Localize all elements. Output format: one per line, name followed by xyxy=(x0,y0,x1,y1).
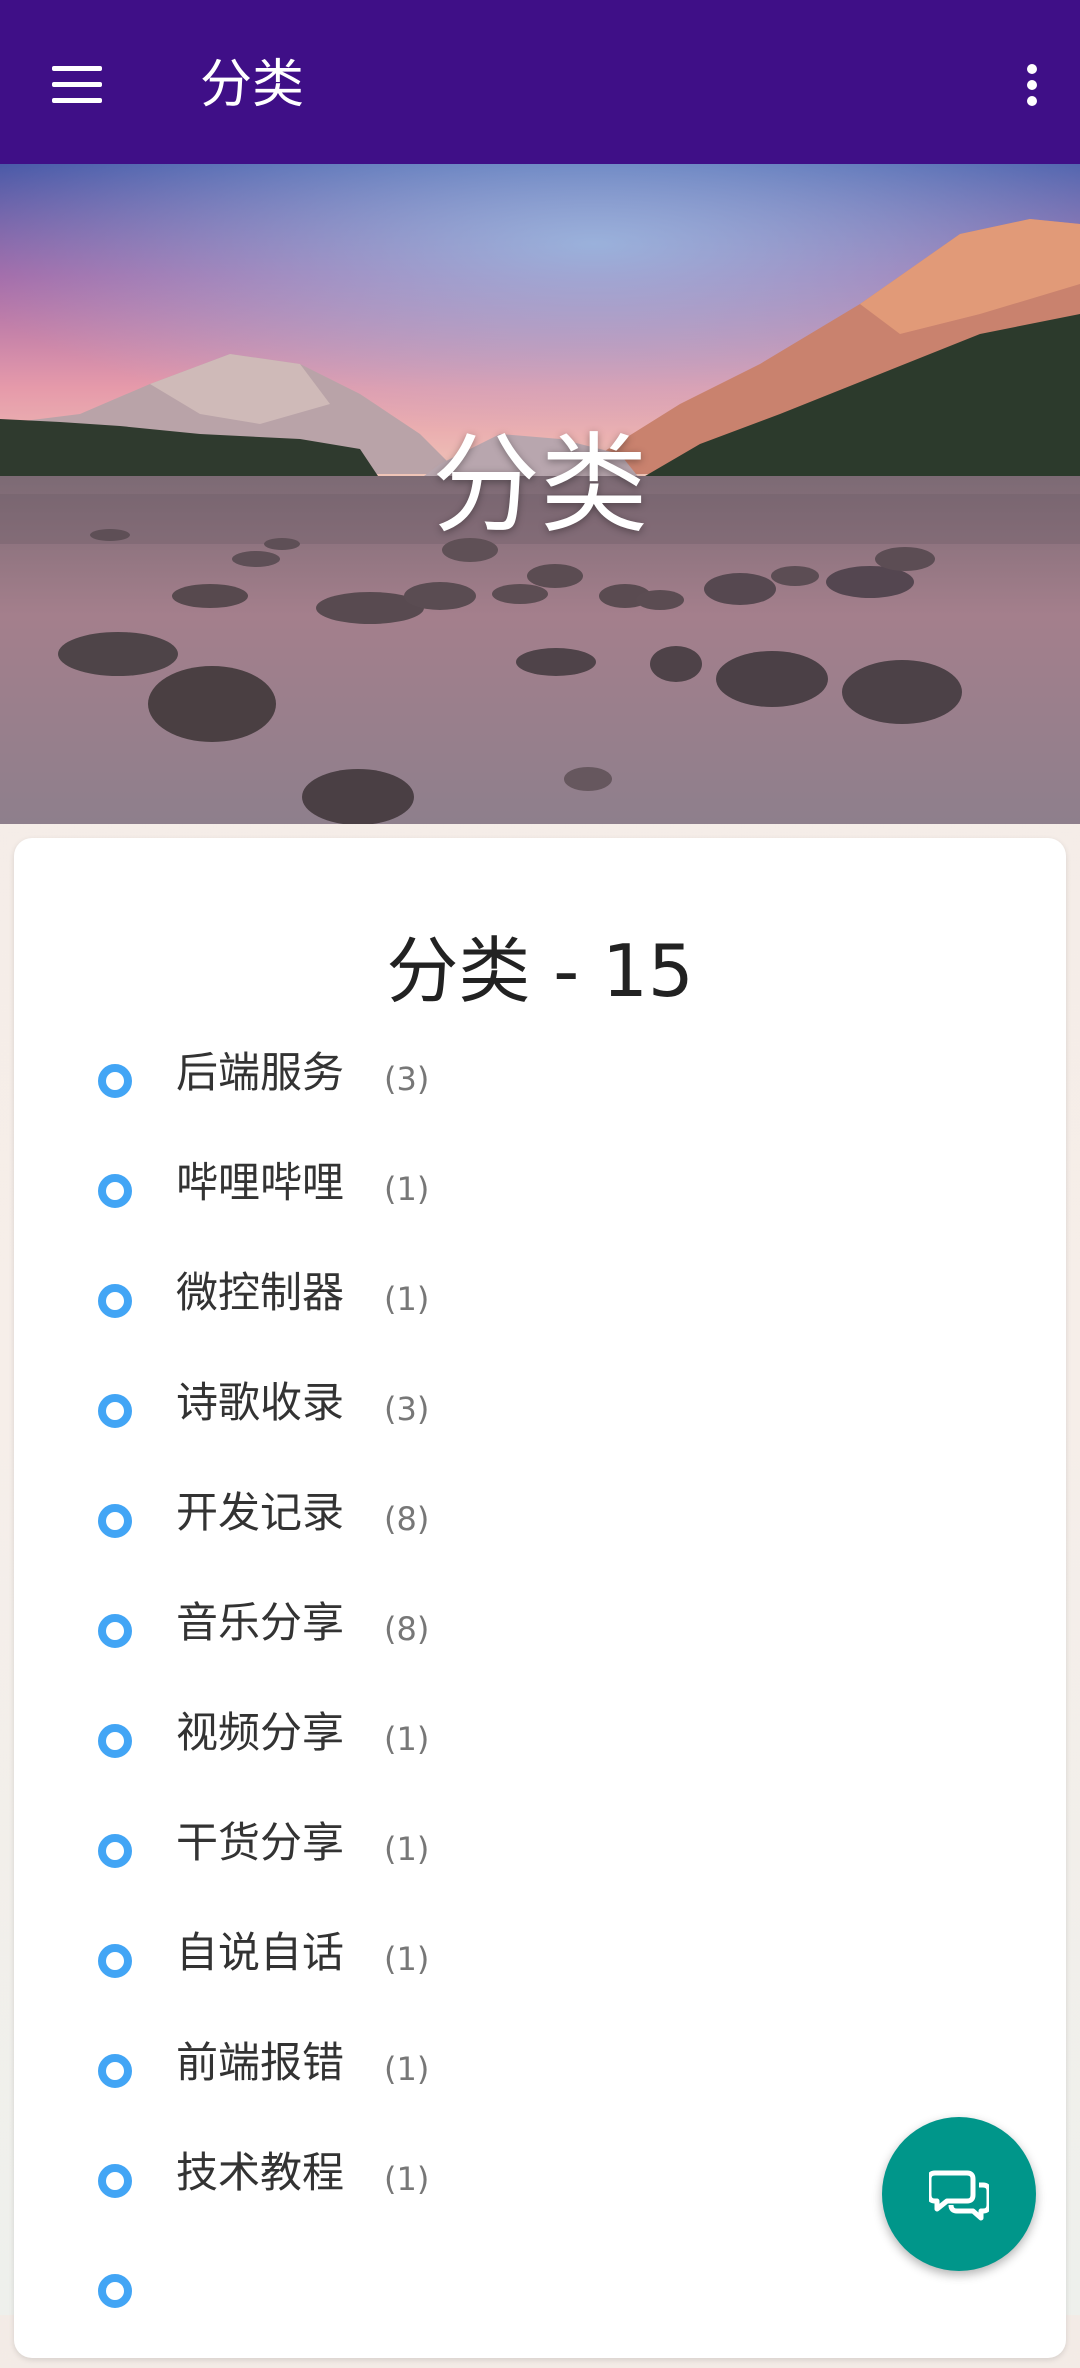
hamburger-menu-icon[interactable] xyxy=(44,52,110,118)
bullet-icon xyxy=(98,1944,132,1978)
bullet-icon xyxy=(98,1394,132,1428)
categories-card: 分类 - 15 后端服务 (3) 哔哩哔哩 (1) 微控制器 (1) 诗歌收录 … xyxy=(14,838,1066,2358)
categories-heading: 分类 - 15 xyxy=(386,929,694,1013)
category-item[interactable]: 干货分享 (1) xyxy=(14,1818,1066,1928)
category-count: (1) xyxy=(384,1280,430,1318)
category-item-partial[interactable] xyxy=(14,2258,1066,2368)
category-name[interactable]: 音乐分享 xyxy=(176,1598,344,1648)
bullet-icon xyxy=(98,2164,132,2198)
category-item[interactable]: 开发记录 (8) xyxy=(14,1488,1066,1598)
category-count: (8) xyxy=(384,1610,430,1648)
category-count: (3) xyxy=(384,1060,430,1098)
bullet-icon xyxy=(98,1724,132,1758)
category-name[interactable]: 自说自话 xyxy=(176,1928,344,1978)
bullet-icon xyxy=(98,1064,132,1098)
bullet-icon xyxy=(98,1834,132,1868)
hero-banner: 分类 xyxy=(0,164,1080,824)
category-count: (3) xyxy=(384,1390,430,1428)
category-item[interactable]: 诗歌收录 (3) xyxy=(14,1378,1066,1488)
category-count: (1) xyxy=(384,1170,430,1208)
bullet-icon xyxy=(98,2054,132,2088)
bullet-icon xyxy=(98,1504,132,1538)
category-item[interactable]: 前端报错 (1) xyxy=(14,2038,1066,2148)
category-name[interactable]: 诗歌收录 xyxy=(176,1378,344,1428)
category-count: (1) xyxy=(384,2050,430,2088)
category-item[interactable]: 后端服务 (3) xyxy=(14,1048,1066,1158)
chat-bubbles-icon xyxy=(929,2170,989,2221)
page-title: 分类 xyxy=(200,55,305,115)
more-vertical-icon[interactable] xyxy=(1002,52,1062,118)
category-name[interactable]: 哔哩哔哩 xyxy=(176,1158,344,1208)
category-item[interactable]: 自说自话 (1) xyxy=(14,1928,1066,2038)
hero-title: 分类 xyxy=(431,423,648,548)
category-name[interactable]: 视频分享 xyxy=(176,1708,344,1758)
category-count: (1) xyxy=(384,1940,430,1978)
category-item[interactable]: 音乐分享 (8) xyxy=(14,1598,1066,1708)
bullet-icon xyxy=(98,1614,132,1648)
category-count: (8) xyxy=(384,1500,430,1538)
category-name[interactable]: 微控制器 xyxy=(176,1268,344,1318)
category-name[interactable]: 干货分享 xyxy=(176,1818,344,1868)
category-item[interactable]: 视频分享 (1) xyxy=(14,1708,1066,1818)
chat-fab-button[interactable] xyxy=(882,2117,1036,2271)
category-name[interactable]: 开发记录 xyxy=(176,1488,344,1538)
bullet-icon xyxy=(98,1174,132,1208)
category-item[interactable]: 微控制器 (1) xyxy=(14,1268,1066,1378)
category-count: (1) xyxy=(384,2160,430,2198)
category-name[interactable]: 后端服务 xyxy=(176,1048,344,1098)
category-name[interactable]: 前端报错 xyxy=(176,2038,344,2088)
category-name[interactable]: 技术教程 xyxy=(176,2148,344,2198)
category-count: (1) xyxy=(384,1830,430,1868)
category-count: (1) xyxy=(384,1720,430,1758)
bullet-icon xyxy=(98,2274,132,2308)
category-item[interactable]: 哔哩哔哩 (1) xyxy=(14,1158,1066,1268)
top-app-bar: 分类 xyxy=(0,0,1080,164)
bullet-icon xyxy=(98,1284,132,1318)
